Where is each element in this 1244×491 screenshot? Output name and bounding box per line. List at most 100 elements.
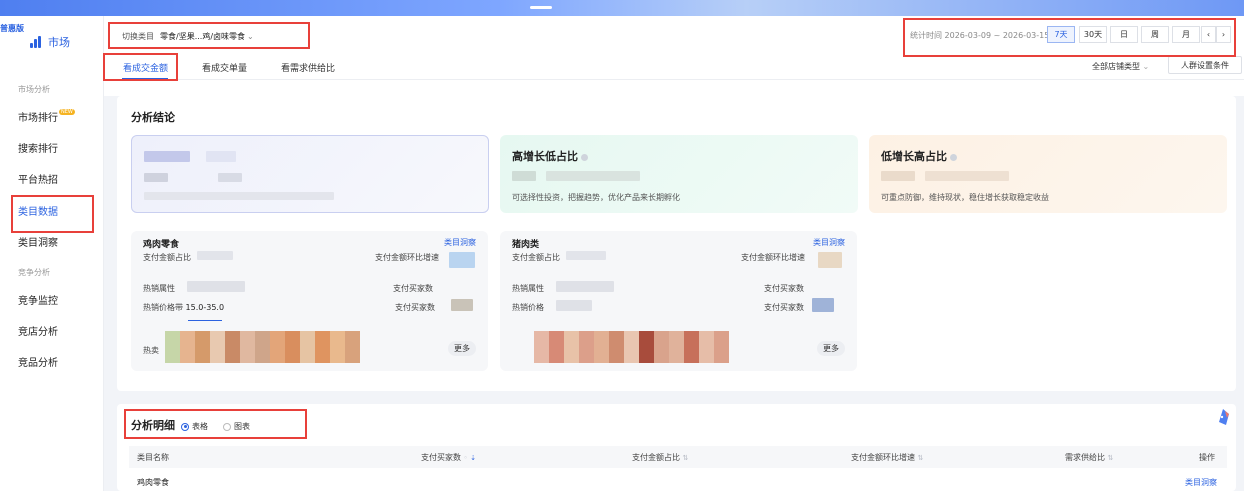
card-title: 低增长高占比	[881, 148, 957, 164]
column-action: 操作	[1199, 453, 1215, 462]
category-insight-link[interactable]: 类目洞察	[444, 237, 476, 248]
sidebar-item-search-rank[interactable]: 搜索排行	[18, 140, 58, 155]
group-market-analysis: 市场分析	[18, 85, 50, 94]
redacted-block	[218, 173, 242, 182]
period-day-button[interactable]: 日	[1110, 26, 1138, 43]
category-card-chicken-snacks: 鸡肉零食 类目洞察 支付金额占比 支付金额环比增速 热销属性 支付买家数 热销价…	[131, 231, 488, 371]
prev-period-icon[interactable]: ‹	[1201, 26, 1216, 43]
conclusion-card-high-growth-low-share: 高增长低占比 可选择性投资，把握趋势，优化产品来长期孵化	[500, 135, 858, 213]
redacted-value	[187, 281, 245, 292]
sort-icon: ⇅	[682, 454, 689, 462]
browser-top-strip	[0, 0, 1244, 16]
buyers-label: 支付买家数	[393, 284, 433, 293]
redacted-title	[144, 151, 190, 162]
group-competition-analysis: 竞争分析	[18, 268, 50, 277]
redacted-block	[881, 171, 915, 181]
category-switcher[interactable]: 切换类目 零食/坚果...鸡/卤味零食 ⌄	[122, 31, 254, 42]
category-insight-link[interactable]: 类目洞察	[813, 237, 845, 248]
sidebar-item-market-rank[interactable]: 市场排行NEW	[18, 109, 75, 124]
price-band-label: 热销价格	[512, 303, 544, 312]
category-name: 鸡肉零食	[143, 240, 180, 250]
price-band-label: 热销价格带 15.0-35.0	[143, 303, 225, 312]
column-growth[interactable]: 支付金额环比增速 ⇅	[851, 452, 923, 463]
period-month-button[interactable]: 月	[1172, 26, 1200, 43]
row-insight-link[interactable]: 类目洞察	[1185, 477, 1217, 488]
chevron-down-icon: ⌄	[1142, 62, 1150, 71]
redacted-value	[449, 252, 475, 268]
growth-label: 支付金额环比增速	[741, 253, 805, 262]
row-category-name: 鸡肉零食	[137, 478, 169, 487]
chevron-down-icon: ⌄	[247, 32, 254, 41]
window-handle	[530, 6, 552, 9]
period-week-button[interactable]: 周	[1141, 26, 1169, 43]
pay-share-label: 支付金额占比	[512, 253, 560, 262]
card-description: 可重点防御，维持现状，稳住增长获取稳定收益	[881, 193, 1049, 202]
category-card-pork: 猪肉类 类目洞察 支付金额占比 支付金额环比增速 热销属性 支付买家数 热销价格…	[500, 231, 857, 371]
column-buyers[interactable]: 支付买家数 ◦ ⇣	[421, 452, 476, 463]
pay-share-label: 支付金额占比	[143, 253, 191, 262]
redacted-block	[925, 171, 1009, 181]
buyers-label: 支付买家数	[764, 303, 804, 312]
column-category-name: 类目名称	[137, 453, 169, 462]
new-badge: NEW	[59, 109, 75, 115]
current-category: 零食/坚果...鸡/卤味零食	[160, 32, 246, 41]
tab-transaction-amount[interactable]: 看成交金额	[123, 61, 168, 74]
info-icon[interactable]	[581, 153, 588, 161]
crowd-settings-button[interactable]: 人群设置条件	[1168, 56, 1242, 74]
radio-selected-icon	[181, 422, 189, 431]
active-tab-indicator	[122, 78, 168, 80]
redacted-block	[546, 171, 640, 181]
assistant-icon[interactable]	[1216, 409, 1230, 425]
hot-attr-label: 热销属性	[512, 284, 544, 293]
info-icon: ◦	[463, 454, 468, 462]
buyers-label: 支付买家数	[395, 303, 435, 312]
analysis-detail-panel: 分析明细 表格 图表 类目名称 支付买家数 ◦ ⇣ 支付金额占比 ⇅ 支付金额环…	[117, 404, 1236, 491]
conclusion-card-redacted	[131, 135, 489, 213]
period-30d-button[interactable]: 30天	[1079, 26, 1107, 43]
hot-product-thumbnails[interactable]	[165, 331, 360, 363]
sidebar-item-platform-hot[interactable]: 平台热招	[18, 171, 58, 186]
conclusion-card-low-growth-high-share: 低增长高占比 可重点防御，维持现状，稳住增长获取稳定收益	[869, 135, 1227, 213]
card-description: 可选择性投资，把握趋势，优化产品来长期孵化	[512, 193, 680, 202]
sidebar-item-competition-monitor[interactable]: 竞争监控	[18, 292, 58, 307]
buyers-label: 支付买家数	[764, 284, 804, 293]
redacted-block	[144, 173, 168, 182]
tab-transaction-orders[interactable]: 看成交单量	[202, 61, 247, 74]
redacted-block	[512, 171, 536, 181]
column-pay-share[interactable]: 支付金额占比 ⇅	[632, 452, 688, 463]
hot-sell-label: 热卖	[143, 346, 159, 355]
sidebar: 普惠版 市场 市场分析 市场排行NEW 搜索排行 平台热招 类目数据 类目洞察 …	[0, 16, 104, 491]
sidebar-item-category-data[interactable]: 类目数据	[18, 203, 58, 218]
sidebar-item-competitor-shop[interactable]: 竞店分析	[18, 323, 58, 338]
market-chart-icon	[30, 36, 44, 48]
table-header: 类目名称 支付买家数 ◦ ⇣ 支付金额占比 ⇅ 支付金额环比增速 ⇅ 需求供给比…	[129, 446, 1227, 468]
sidebar-item-competitor-product[interactable]: 竞品分析	[18, 354, 58, 369]
redacted-value	[451, 299, 473, 311]
sort-icon: ⇅	[1107, 454, 1114, 462]
brand[interactable]: 市场	[30, 34, 70, 50]
brand-name: 市场	[48, 36, 70, 49]
redacted-value	[556, 281, 614, 292]
view-table-radio[interactable]: 表格	[181, 421, 208, 432]
more-button[interactable]: 更多	[448, 341, 476, 356]
next-period-icon[interactable]: ›	[1216, 26, 1231, 43]
column-demand-supply[interactable]: 需求供给比 ⇅	[1065, 452, 1113, 463]
view-chart-radio[interactable]: 图表	[223, 421, 250, 432]
time-range-label: 统计时间 2026-03-09 ~ 2026-03-15	[910, 31, 1050, 40]
more-button[interactable]: 更多	[817, 341, 845, 356]
category-name: 猪肉类	[512, 240, 540, 250]
price-band-underline	[188, 320, 222, 321]
store-type-select[interactable]: 全部店铺类型 ⌄	[1092, 61, 1149, 72]
section-title-conclusion: 分析结论	[131, 111, 175, 124]
redacted-value	[556, 300, 592, 311]
tab-demand-supply[interactable]: 看需求供给比	[281, 61, 335, 74]
sort-desc-icon: ⇣	[470, 454, 477, 462]
hot-attr-label: 热销属性	[143, 284, 175, 293]
price-band-value: 15.0-35.0	[185, 303, 225, 312]
period-7d-button[interactable]: 7天	[1047, 26, 1075, 43]
redacted-description	[144, 192, 334, 200]
info-icon[interactable]	[950, 153, 957, 161]
header: 切换类目 零食/坚果...鸡/卤味零食 ⌄ 统计时间 2026-03-09 ~ 20…	[104, 16, 1244, 96]
hot-product-thumbnails[interactable]	[534, 331, 729, 363]
sidebar-item-category-insight[interactable]: 类目洞察	[18, 234, 58, 249]
